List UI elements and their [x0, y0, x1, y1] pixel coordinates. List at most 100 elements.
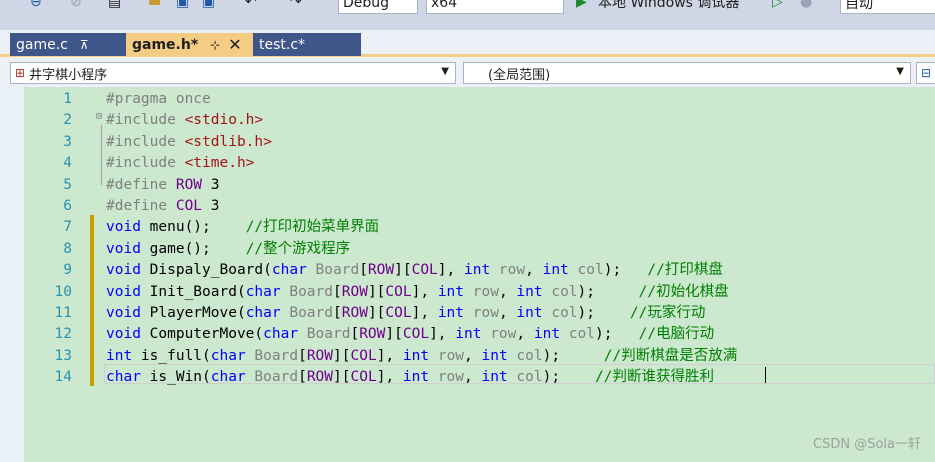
code-token: ROW [359, 326, 386, 343]
configuration-select[interactable]: Debug [338, 0, 418, 14]
record-icon[interactable]: ● [800, 0, 812, 12]
new-item-icon[interactable]: ▤ [108, 0, 121, 12]
line-number: 2 [63, 112, 72, 129]
code-token: ][ [333, 369, 351, 386]
glyph-margin [0, 87, 24, 462]
code-token: Board [245, 347, 299, 364]
code-token: char [271, 262, 307, 279]
auto-select[interactable]: 自动 [840, 0, 935, 14]
code-token: int [542, 262, 569, 279]
code-token: , [516, 326, 534, 343]
code-token: 3 [202, 176, 220, 193]
close-icon[interactable]: ✕ [228, 35, 241, 54]
code-token: COL [385, 305, 412, 321]
chevron-down-icon: ▼ [441, 66, 449, 77]
code-token: //打印初始菜单界面 [245, 219, 380, 236]
line-number: 13 [54, 347, 72, 364]
code-token: void [106, 326, 141, 343]
code-token: ); [577, 283, 639, 300]
code-token: [ [333, 283, 342, 300]
code-token: ], [411, 283, 438, 300]
platform-select[interactable]: x64 [426, 0, 564, 14]
code-token: COL [385, 283, 412, 300]
save-icon[interactable]: ▣ [176, 0, 189, 12]
code-line[interactable]: 9 void Dispaly_Board(char Board[ROW][COL]… [24, 260, 935, 281]
run-without-debug-icon[interactable]: ▷ [772, 0, 783, 12]
undo-icon[interactable]: ↶ [245, 0, 257, 12]
code-token: Board [306, 262, 360, 279]
code-line[interactable]: 11 void PlayerMove(char Board[ROW][COL], … [24, 303, 935, 324]
code-line[interactable]: 8 void game(); //整个游戏程序 [24, 239, 935, 260]
scope-label: (全局范围) [488, 67, 551, 83]
code-text: #include <stdlib.h> [106, 132, 272, 153]
code-token: [ [359, 262, 368, 279]
code-text: void Init_Board(char Board[ROW][COL], in… [106, 282, 729, 303]
code-token: int [437, 305, 465, 321]
member-dropdown[interactable]: ⊟ [916, 62, 935, 84]
code-token: <stdlib.h> [184, 133, 272, 150]
code-line[interactable]: 5 #define ROW 3 [24, 175, 935, 196]
code-text: #include <time.h> [106, 153, 254, 174]
code-token: void [106, 262, 141, 279]
code-text: void PlayerMove(char Board[ROW][COL], in… [106, 303, 705, 324]
member-icon: ⊟ [921, 66, 932, 80]
code-token: col [560, 326, 595, 343]
line-number: 9 [63, 262, 72, 279]
code-token: //判断棋盘是否放满 [603, 347, 738, 364]
code-line[interactable]: 10 void Init_Board(char Board[ROW][COL], … [24, 282, 935, 303]
code-token: char [210, 347, 246, 364]
code-line[interactable]: 7 void menu(); //打印初始菜单界面 [24, 217, 935, 238]
code-token: COL [175, 198, 203, 214]
code-token: ); [542, 347, 604, 364]
start-debug-icon[interactable]: ▶ [576, 0, 587, 12]
text-caret [765, 367, 766, 383]
open-folder-icon[interactable]: ▬ [148, 0, 161, 12]
code-token: Init_Board( [140, 283, 246, 300]
code-token: ROW [367, 262, 395, 279]
code-line[interactable]: 4 #include <time.h> [24, 153, 935, 174]
redo-icon[interactable]: ↷ [290, 0, 302, 12]
code-token: int [437, 283, 465, 300]
tab-game-h[interactable]: game.h* ⊹ ✕ [126, 33, 253, 56]
start-debug-button[interactable]: 本地 Windows 调试器 [598, 0, 739, 12]
tab-game-c[interactable]: game.c ⊼ [10, 33, 128, 56]
code-line[interactable]: 14 char is_Win(char Board[ROW][COL], int … [24, 367, 935, 388]
code-token: , [498, 305, 517, 321]
line-number: 1 [63, 91, 72, 107]
code-token: int [481, 347, 508, 364]
tab-label: test.c* [259, 36, 306, 53]
line-number: 3 [63, 133, 72, 150]
tab-label: game.h* [132, 36, 199, 53]
code-text: #define COL 3 [106, 196, 220, 217]
code-line[interactable]: 6 #define COL 3 [24, 196, 935, 217]
code-token: int [516, 305, 543, 321]
code-text: int is_full(char Board[ROW][COL], int ro… [106, 346, 737, 367]
scope-dropdown[interactable]: (全局范围) ▼ [463, 62, 911, 84]
forward-icon[interactable]: ⊘ [70, 0, 82, 12]
code-line[interactable]: 1 #pragma once [24, 89, 935, 110]
line-number: 14 [54, 369, 72, 386]
code-line[interactable]: 2 #include <stdio.h> [24, 110, 935, 131]
code-token: //玩家行动 [629, 305, 706, 321]
code-token: , [464, 369, 482, 386]
code-token: #define [106, 198, 176, 214]
code-text: void menu(); //打印初始菜单界面 [106, 217, 379, 238]
code-token: int [481, 369, 508, 386]
code-line[interactable]: 13 int is_full(char Board[ROW][COL], int … [24, 346, 935, 367]
project-dropdown[interactable]: ⊞ 井字棋小程序 ▼ [10, 62, 456, 84]
save-all-icon[interactable]: ▣ [202, 0, 215, 12]
code-line[interactable]: 12 void ComputerMove(char Board[ROW][COL]… [24, 324, 935, 345]
tab-test-c[interactable]: test.c* [253, 33, 361, 56]
code-token: , [464, 347, 482, 364]
pin-icon[interactable]: ⊼ [80, 38, 89, 52]
code-token: int [402, 369, 430, 386]
code-text: void ComputerMove(char Board[ROW][COL], … [106, 324, 714, 345]
code-token: is_full( [132, 347, 211, 364]
line-number: 8 [63, 240, 72, 257]
code-line[interactable]: 3 #include <stdlib.h> [24, 132, 935, 153]
code-editor[interactable]: ⊟ 1 #pragma once 2 #include <stdio.h> 3 #incl… [0, 87, 935, 462]
project-icon: ⊞ [15, 66, 26, 80]
code-token: COL [350, 347, 377, 364]
pin-icon[interactable]: ⊹ [210, 38, 220, 52]
back-icon[interactable]: ⊖ [30, 0, 42, 12]
